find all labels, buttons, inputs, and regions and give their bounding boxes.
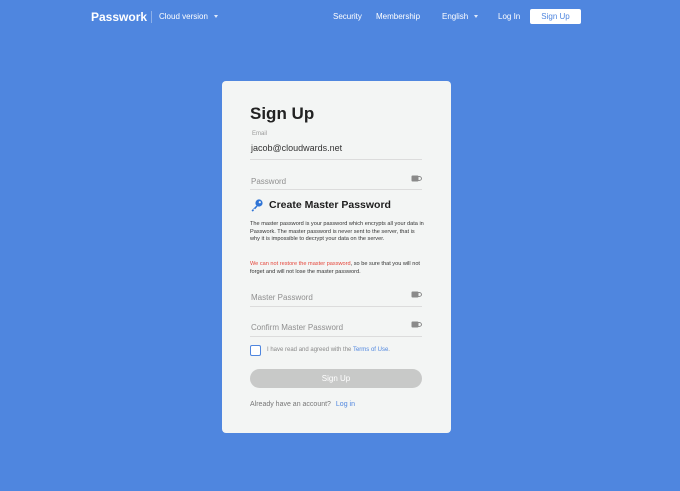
- have-account-text: Already have an account?: [250, 401, 331, 408]
- login-link[interactable]: Log in: [336, 401, 355, 408]
- signup-submit-button[interactable]: Sign Up: [250, 369, 422, 388]
- email-label: Email: [252, 131, 268, 137]
- master-password-field[interactable]: Master Password: [251, 293, 313, 302]
- confirm-password-underline: [250, 336, 422, 337]
- warning-highlight: We can not restore the master password: [250, 261, 351, 267]
- nav-signup-button[interactable]: Sign Up: [530, 9, 581, 24]
- section-header: Create Master Password: [250, 198, 391, 212]
- logo[interactable]: Passwork: [91, 10, 147, 24]
- language-label: English: [442, 12, 469, 21]
- page-title: Sign Up: [250, 104, 315, 123]
- nav-membership[interactable]: Membership: [376, 12, 420, 21]
- top-navigation: Passwork Cloud version Security Membersh…: [0, 0, 680, 34]
- email-field[interactable]: jacob@cloudwards.net: [251, 143, 342, 153]
- signup-card: Sign Up Email jacob@cloudwards.net Passw…: [222, 81, 451, 433]
- eye-icon[interactable]: [411, 291, 422, 298]
- terms-checkbox[interactable]: [250, 345, 261, 356]
- chevron-down-icon: [213, 15, 218, 18]
- section-title: Create Master Password: [269, 199, 391, 211]
- confirm-password-field[interactable]: Confirm Master Password: [251, 323, 343, 332]
- terms-link[interactable]: Terms of Use: [353, 347, 388, 353]
- nav-login[interactable]: Log In: [498, 12, 520, 21]
- description-text: The master password is your password whi…: [250, 221, 424, 243]
- terms-label: I have read and agreed with the Terms of…: [267, 347, 390, 353]
- language-selector[interactable]: English: [442, 12, 479, 21]
- terms-prefix: I have read and agreed with the: [267, 347, 353, 353]
- warning-text: We can not restore the master password, …: [250, 261, 424, 276]
- key-icon: [251, 199, 263, 212]
- chevron-down-icon: [474, 15, 479, 18]
- version-selector[interactable]: Cloud version: [159, 12, 218, 21]
- eye-icon[interactable]: [411, 321, 422, 328]
- login-prompt: Already have an account? Log in: [250, 401, 355, 408]
- version-label: Cloud version: [159, 12, 208, 21]
- password-field[interactable]: Password: [251, 177, 286, 186]
- password-underline: [250, 189, 422, 190]
- nav-divider: [151, 11, 152, 23]
- nav-security[interactable]: Security: [333, 12, 362, 21]
- master-password-underline: [250, 306, 422, 307]
- eye-icon[interactable]: [411, 175, 422, 182]
- terms-suffix: .: [388, 347, 390, 353]
- email-underline: [250, 159, 422, 160]
